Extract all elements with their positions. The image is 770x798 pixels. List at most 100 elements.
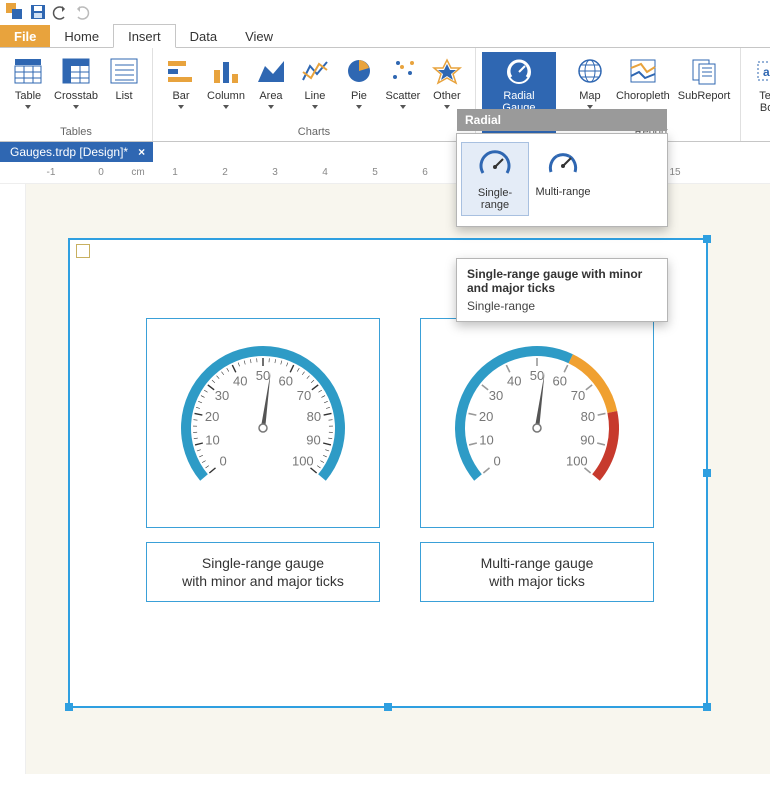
tab-insert[interactable]: Insert xyxy=(113,24,176,48)
resize-handle-bm[interactable] xyxy=(384,703,392,711)
svg-text:30: 30 xyxy=(215,388,229,403)
svg-text:0: 0 xyxy=(494,453,501,468)
bar-button[interactable]: Bar xyxy=(159,52,203,124)
tooltip-subtitle: Single-range xyxy=(467,299,657,313)
pie-label: Pie xyxy=(351,90,367,102)
crosstab-icon xyxy=(62,58,90,84)
group-label-charts: Charts xyxy=(159,124,469,141)
gauge-multi-range[interactable]: 010 20 30 40 50 60 70 80 90 100 xyxy=(420,318,654,528)
svg-text:30: 30 xyxy=(489,388,503,403)
crosstab-label: Crosstab xyxy=(54,90,98,102)
document-tab-name: Gauges.trdp [Design]* xyxy=(10,145,128,159)
ribbon-group-text: ab Text Box xyxy=(741,48,770,141)
caption-line2: with minor and major ticks xyxy=(182,572,344,590)
close-icon[interactable]: × xyxy=(138,145,145,159)
gallery-item-multi-range[interactable]: Multi-range xyxy=(529,142,597,216)
textbox-label: Text Box xyxy=(759,90,770,114)
gauge-single-range-caption[interactable]: Single-range gauge with minor and major … xyxy=(146,542,380,602)
other-chart-label: Other xyxy=(433,90,461,102)
gauge-single-range[interactable]: 0102030405060708090100 xyxy=(146,318,380,528)
ribbon-tabs: File Home Insert Data View xyxy=(0,24,770,48)
radial-gauge-icon xyxy=(504,58,534,84)
svg-text:60: 60 xyxy=(279,373,293,388)
gallery-tooltip: Single-range gauge with minor and major … xyxy=(456,258,668,322)
svg-text:70: 70 xyxy=(571,388,585,403)
tab-file[interactable]: File xyxy=(0,25,50,47)
ruler-vertical xyxy=(0,184,26,774)
resize-handle-mr[interactable] xyxy=(703,469,711,477)
area-button[interactable]: Area xyxy=(249,52,293,124)
svg-text:0: 0 xyxy=(220,453,227,468)
ribbon-group-charts: Bar Column Area Line Pie Scatter xyxy=(153,48,476,141)
area-icon xyxy=(257,58,285,84)
pie-icon xyxy=(345,58,373,84)
caption-line1: Multi-range gauge xyxy=(481,554,594,572)
map-icon xyxy=(576,58,604,84)
gallery-item-single-range[interactable]: Single-range xyxy=(461,142,529,216)
bar-icon xyxy=(167,58,195,84)
single-range-gauge-icon xyxy=(475,147,515,181)
document-tab[interactable]: Gauges.trdp [Design]* × xyxy=(0,142,153,162)
svg-text:100: 100 xyxy=(292,453,314,468)
crosstab-button[interactable]: Crosstab xyxy=(50,52,102,124)
ribbon-group-tables: Table Crosstab List Tables xyxy=(0,48,153,141)
textbox-button[interactable]: ab Text Box xyxy=(747,52,770,136)
line-icon xyxy=(301,58,329,84)
svg-text:20: 20 xyxy=(205,409,219,424)
svg-text:ab: ab xyxy=(763,65,770,79)
gauge-multi-range-svg: 010 20 30 40 50 60 70 80 90 100 xyxy=(437,328,637,518)
radial-gauge-gallery: Radial Single-range Multi-range xyxy=(456,133,668,227)
tab-data[interactable]: Data xyxy=(176,25,231,47)
bar-label: Bar xyxy=(172,90,189,102)
other-chart-icon xyxy=(433,58,461,84)
tab-view[interactable]: View xyxy=(231,25,287,47)
svg-text:10: 10 xyxy=(479,433,493,448)
svg-text:80: 80 xyxy=(581,409,595,424)
resize-handle-bl[interactable] xyxy=(65,703,73,711)
svg-text:100: 100 xyxy=(566,453,588,468)
column-label: Column xyxy=(207,90,245,102)
resize-handle-tr[interactable] xyxy=(703,235,711,243)
table-label: Table xyxy=(15,90,41,102)
svg-text:40: 40 xyxy=(507,373,521,388)
svg-text:10: 10 xyxy=(205,433,219,448)
save-icon[interactable] xyxy=(30,4,46,20)
gauge-multi-range-caption[interactable]: Multi-range gauge with major ticks xyxy=(420,542,654,602)
group-label-tables: Tables xyxy=(6,124,146,141)
subreport-button[interactable]: SubReport xyxy=(674,52,735,124)
gallery-item-single-range-label: Single-range xyxy=(478,187,512,211)
tab-home[interactable]: Home xyxy=(50,25,113,47)
pie-button[interactable]: Pie xyxy=(337,52,381,124)
svg-text:90: 90 xyxy=(306,433,320,448)
gallery-header: Radial xyxy=(457,109,667,131)
svg-text:20: 20 xyxy=(479,409,493,424)
undo-icon[interactable] xyxy=(52,4,68,20)
list-icon xyxy=(110,58,138,84)
svg-text:70: 70 xyxy=(297,388,311,403)
svg-text:60: 60 xyxy=(553,373,567,388)
list-label: List xyxy=(115,90,132,102)
gauge-single-range-svg: 0102030405060708090100 xyxy=(163,328,363,518)
line-label: Line xyxy=(305,90,326,102)
redo-icon[interactable] xyxy=(74,4,90,20)
svg-text:90: 90 xyxy=(580,433,594,448)
caption-line1: Single-range gauge xyxy=(182,554,344,572)
line-button[interactable]: Line xyxy=(293,52,337,124)
quick-access-toolbar xyxy=(0,0,770,24)
table-icon xyxy=(14,58,42,84)
scatter-button[interactable]: Scatter xyxy=(381,52,425,124)
list-button[interactable]: List xyxy=(102,52,146,124)
choropleth-icon xyxy=(629,58,657,84)
gallery-item-multi-range-label: Multi-range xyxy=(535,186,590,198)
scatter-label: Scatter xyxy=(386,90,421,102)
subreport-label: SubReport xyxy=(678,90,731,102)
table-button[interactable]: Table xyxy=(6,52,50,124)
svg-text:50: 50 xyxy=(530,368,544,383)
svg-text:40: 40 xyxy=(233,373,247,388)
column-button[interactable]: Column xyxy=(203,52,249,124)
resize-handle-br[interactable] xyxy=(703,703,711,711)
textbox-icon: ab xyxy=(755,58,770,84)
item-indicator-icon xyxy=(76,244,90,258)
app-logo-icon xyxy=(6,3,24,21)
tooltip-title: Single-range gauge with minor and major … xyxy=(467,267,657,295)
